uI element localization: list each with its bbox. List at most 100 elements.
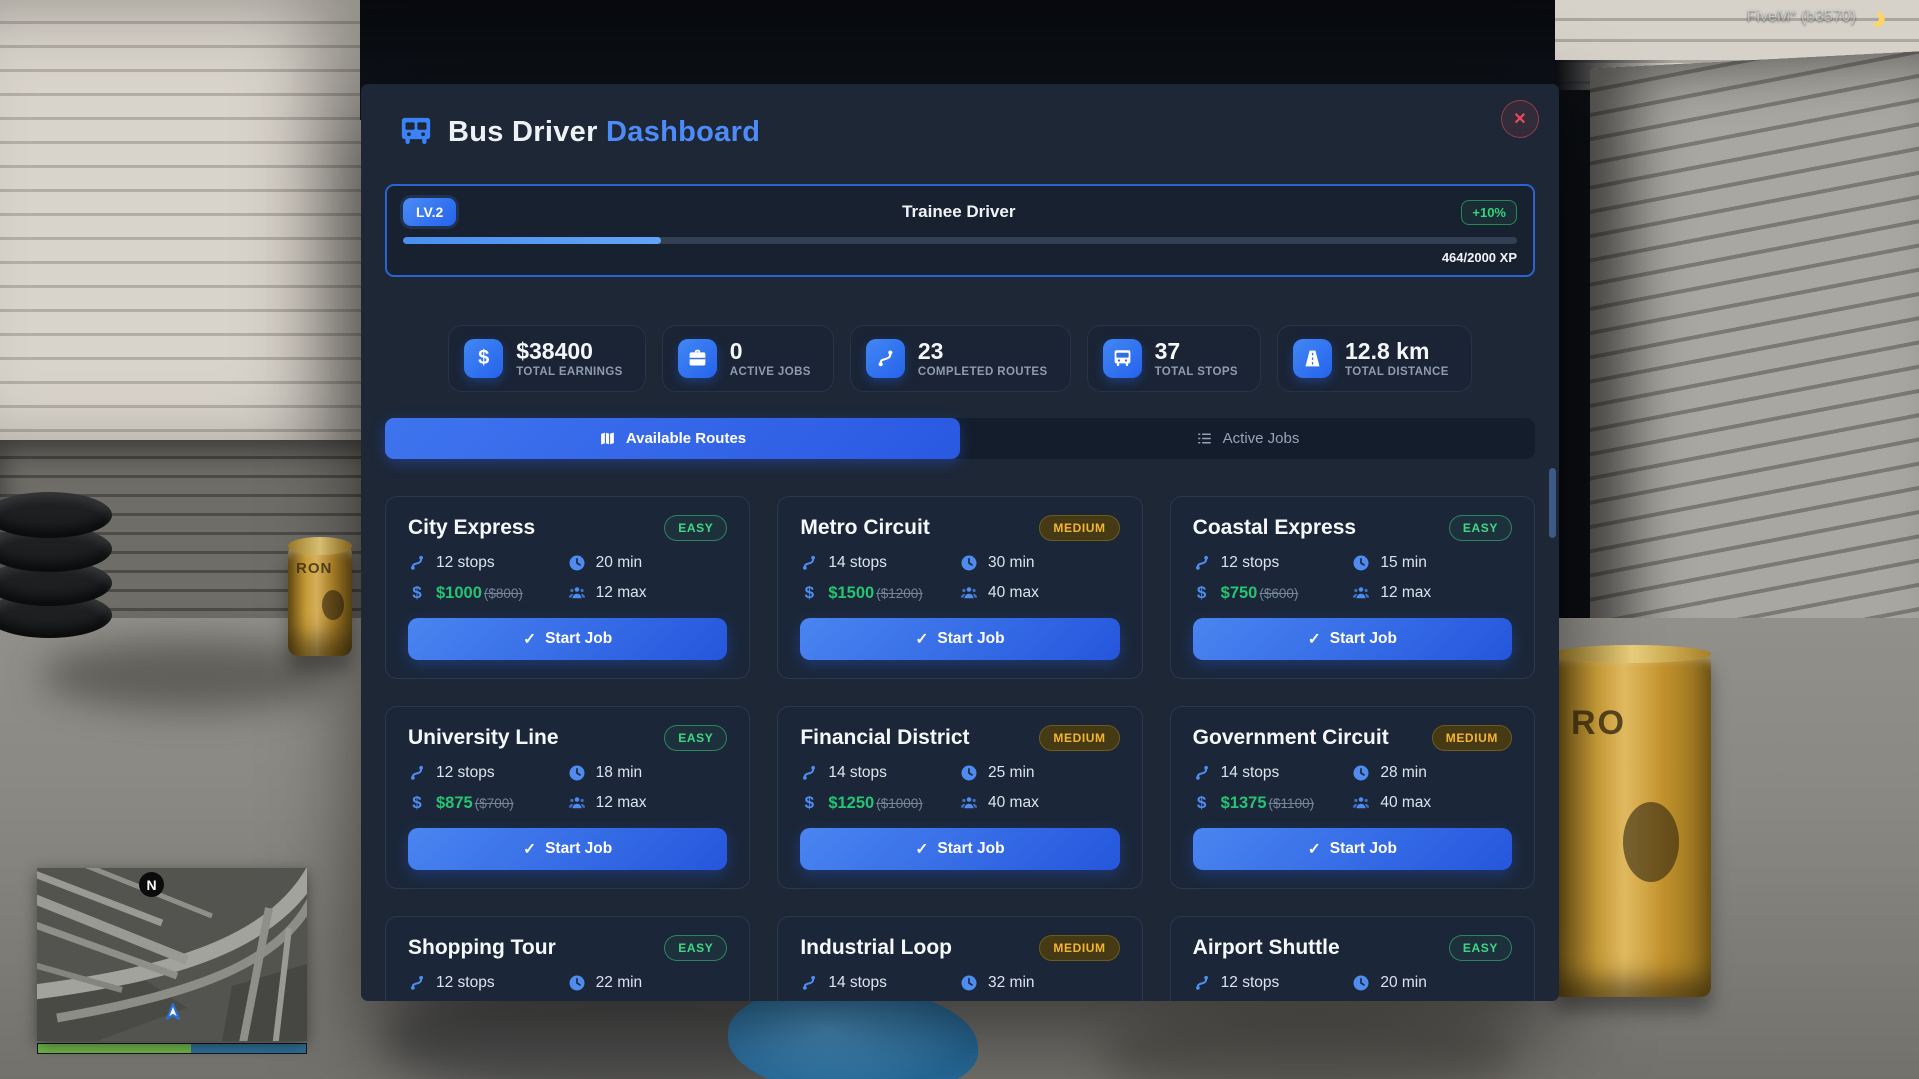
route-name: City Express — [408, 516, 536, 540]
difficulty-badge: EASY — [664, 935, 728, 962]
route-card: University Line EASY 12 stops 18 min $ $… — [385, 706, 751, 890]
difficulty-badge: EASY — [1448, 935, 1512, 962]
tab-available-routes[interactable]: Available Routes — [385, 418, 960, 460]
stops-detail: 14 stops — [800, 974, 960, 992]
route-name: Government Circuit — [1192, 726, 1389, 750]
stops-detail: 12 stops — [408, 764, 568, 782]
route-card: Industrial Loop MEDIUM 14 stops 32 min — [777, 916, 1143, 1001]
stamina-bar — [190, 1044, 306, 1053]
capacity-detail: 40 max — [960, 583, 1120, 603]
clock-icon — [569, 975, 585, 991]
route-name: Metro Circuit — [800, 516, 930, 540]
capacity-detail: 12 max — [1352, 583, 1512, 603]
difficulty-badge: EASY — [1448, 515, 1512, 542]
pay-detail: $ $1250 ($1000) — [800, 793, 960, 813]
pay-detail: $ $1000 ($800) — [408, 583, 568, 603]
route-icon — [411, 766, 423, 780]
scrollbar-thumb[interactable] — [1549, 468, 1556, 538]
dollar-icon: $ — [412, 583, 422, 603]
level-badge: LV.2 — [403, 198, 457, 226]
start-job-button[interactable]: ✓ Start Job — [1192, 618, 1512, 661]
clock-icon — [961, 555, 977, 571]
close-button[interactable]: ✕ — [1501, 100, 1539, 138]
stat-total-stops: 37 TOTAL STOPS — [1086, 325, 1262, 393]
route-icon — [803, 976, 816, 990]
route-icon — [803, 766, 816, 780]
stat-completed-routes: 23 COMPLETED ROUTES — [849, 325, 1071, 393]
check-icon: ✓ — [1307, 630, 1321, 648]
oil-barrel-large: RO — [1553, 645, 1711, 997]
passengers-icon — [568, 797, 585, 809]
capacity-detail: 40 max — [960, 793, 1120, 813]
start-job-button[interactable]: ✓ Start Job — [800, 618, 1120, 661]
capacity-detail: 12 max — [568, 583, 728, 603]
difficulty-badge: MEDIUM — [1039, 935, 1120, 962]
pay-detail: $ $750 ($600) — [1193, 583, 1353, 603]
difficulty-badge: EASY — [664, 725, 728, 752]
siding-wall — [0, 0, 378, 458]
route-icon — [1195, 556, 1208, 570]
passengers-icon — [1353, 587, 1370, 599]
bus-driver-dashboard-modal: Bus Driver Dashboard ✕ LV.2 Trainee Driv… — [361, 84, 1559, 1001]
road-icon — [1293, 339, 1333, 379]
time-detail: 15 min — [1352, 554, 1512, 572]
route-name: Coastal Express — [1192, 516, 1357, 540]
route-card: Coastal Express EASY 12 stops 15 min $ $… — [1169, 496, 1535, 680]
time-detail: 25 min — [960, 764, 1120, 782]
tab-active-jobs[interactable]: Active Jobs — [960, 418, 1535, 459]
difficulty-badge: MEDIUM — [1039, 515, 1120, 542]
clock-icon — [1353, 555, 1369, 571]
dollar-icon: $ — [1196, 793, 1207, 813]
check-icon: ✓ — [523, 840, 537, 858]
start-job-button[interactable]: ✓ Start Job — [408, 618, 728, 661]
clock-icon — [569, 555, 585, 571]
stat-total-distance: 12.8 km TOTAL DISTANCE — [1277, 325, 1472, 393]
pay-detail: $ $1375 ($1100) — [1193, 793, 1353, 813]
fivem-watermark: FiveM* (b3570) — [1747, 8, 1885, 26]
rank-title: Trainee Driver — [902, 202, 1016, 221]
clock-icon — [961, 975, 977, 991]
time-detail: 20 min — [568, 554, 728, 572]
clock-icon — [1353, 765, 1369, 781]
route-icon — [865, 339, 905, 379]
tire-stack — [0, 492, 116, 638]
route-name: Industrial Loop — [800, 936, 952, 960]
dollar-icon: $ — [804, 793, 815, 813]
start-job-button[interactable]: ✓ Start Job — [408, 828, 728, 871]
check-icon: ✓ — [1307, 840, 1321, 858]
briefcase-icon — [677, 339, 717, 379]
minimap-view: N — [37, 868, 307, 1041]
time-detail: 30 min — [960, 554, 1120, 572]
route-card: Metro Circuit MEDIUM 14 stops 30 min $ $… — [777, 496, 1143, 680]
time-detail: 28 min — [1352, 764, 1512, 782]
stops-detail: 12 stops — [408, 974, 568, 992]
dollar-icon: $ — [412, 793, 422, 813]
time-detail: 32 min — [960, 974, 1120, 992]
passengers-icon — [960, 587, 978, 599]
route-name: University Line — [408, 726, 559, 750]
route-icon — [1195, 766, 1208, 780]
stops-detail: 14 stops — [1193, 764, 1353, 782]
stat-total-earnings: $ $38400 TOTAL EARNINGS — [448, 325, 646, 393]
clock-icon — [1353, 975, 1369, 991]
bus-icon — [1102, 339, 1142, 379]
start-job-button[interactable]: ✓ Start Job — [800, 828, 1120, 871]
start-job-button[interactable]: ✓ Start Job — [1192, 828, 1512, 871]
xp-progress-fill — [403, 237, 662, 244]
dollar-icon: $ — [464, 339, 504, 379]
tab-bar: Available Routes Active Jobs — [385, 418, 1535, 460]
dollar-icon: $ — [1196, 583, 1207, 603]
minimap: N — [37, 868, 307, 1058]
difficulty-badge: EASY — [664, 515, 728, 542]
passengers-icon — [960, 797, 978, 809]
moon-icon — [1862, 8, 1880, 26]
route-card: Financial District MEDIUM 14 stops 25 mi… — [777, 706, 1143, 890]
stats-row: $ $38400 TOTAL EARNINGS 0 ACTIVE JOBS 23… — [361, 325, 1559, 393]
route-icon — [411, 976, 423, 990]
clock-icon — [569, 765, 585, 781]
time-detail: 20 min — [1352, 974, 1512, 992]
level-progress-section: LV.2 Trainee Driver +10% 464/2000 XP — [385, 184, 1535, 277]
route-name: Shopping Tour — [408, 936, 556, 960]
route-card: Government Circuit MEDIUM 14 stops 28 mi… — [1169, 706, 1535, 890]
check-icon: ✓ — [915, 840, 929, 858]
